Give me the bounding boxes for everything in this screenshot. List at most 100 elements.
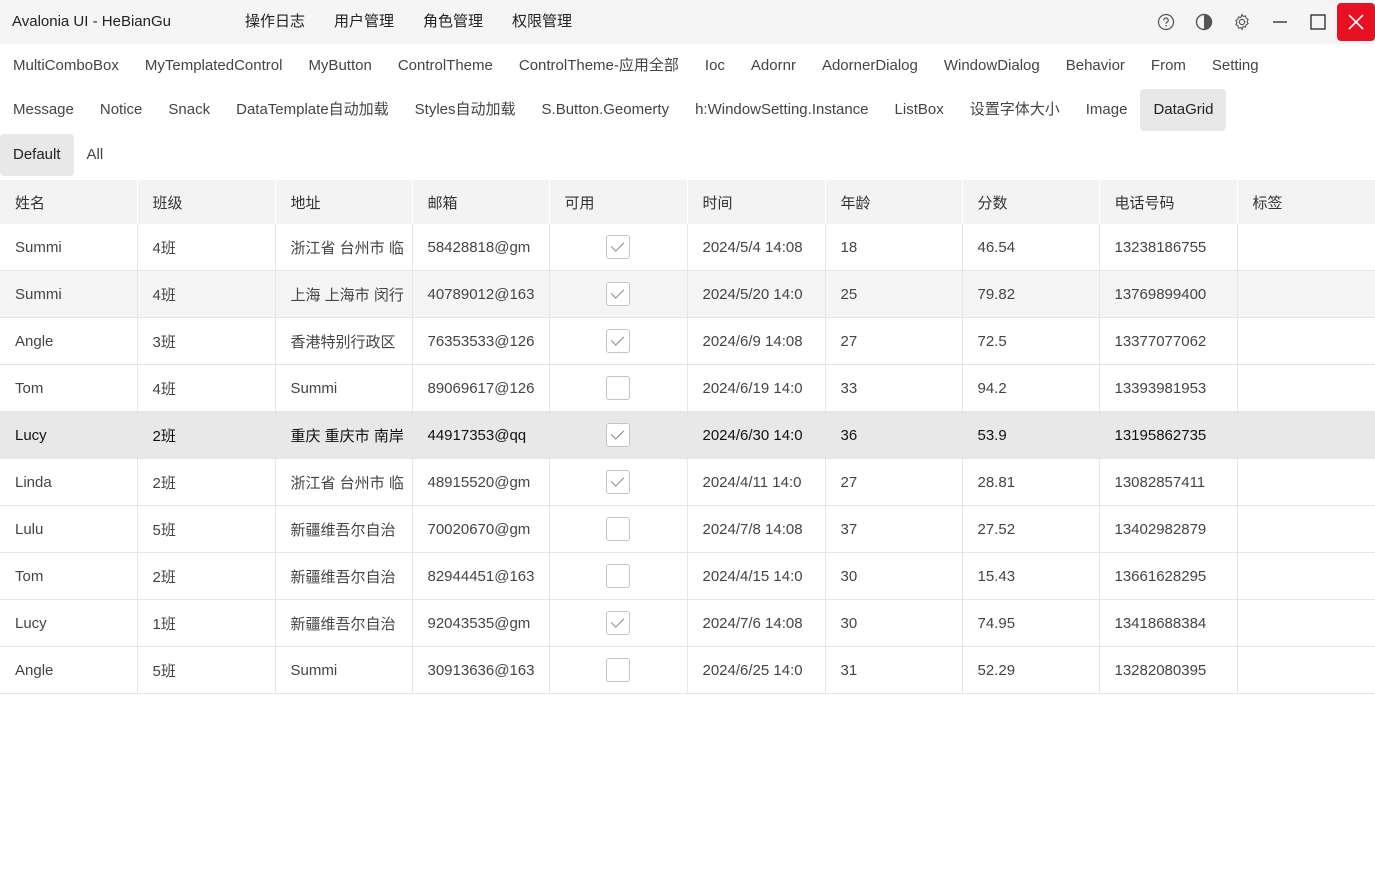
cell-phone: 13195862735 xyxy=(1099,411,1238,459)
table-row[interactable]: Lucy 1班 新疆维吾尔自治 92043535@gm 2024/7/6 14:08 30… xyxy=(0,599,1375,647)
menu-item-operation-log[interactable]: 操作日志 xyxy=(245,0,305,44)
cell-phone: 13282080395 xyxy=(1099,646,1238,694)
tab-ioc[interactable]: Ioc xyxy=(692,45,738,87)
enabled-checkbox[interactable] xyxy=(606,376,630,400)
help-icon[interactable] xyxy=(1147,3,1185,41)
cell-address: 浙江省 台州市 临 xyxy=(275,458,413,506)
tab-mybutton[interactable]: MyButton xyxy=(295,45,384,87)
tab-windowdialog[interactable]: WindowDialog xyxy=(931,45,1053,87)
enabled-checkbox[interactable] xyxy=(606,658,630,682)
settings-icon[interactable] xyxy=(1223,3,1261,41)
menu-item-user-management[interactable]: 用户管理 xyxy=(334,0,394,44)
table-row[interactable]: Lucy 2班 重庆 重庆市 南岸 44917353@qq 2024/6/30 14:0… xyxy=(0,411,1375,459)
theme-icon[interactable] xyxy=(1185,3,1223,41)
tab-adornr[interactable]: Adornr xyxy=(738,45,809,87)
cell-class: 5班 xyxy=(137,505,276,553)
table-row[interactable]: Linda 2班 浙江省 台州市 临 48915520@gm 2024/4/11 14:… xyxy=(0,458,1375,506)
tab-s-button-geomerty[interactable]: S.Button.Geomerty xyxy=(529,89,683,131)
cell-name: Summi xyxy=(0,224,138,271)
tab-listbox[interactable]: ListBox xyxy=(882,89,957,131)
menu-item-role-management[interactable]: 角色管理 xyxy=(423,0,483,44)
cell-name: Linda xyxy=(0,458,138,506)
tab-adornerdialog[interactable]: AdornerDialog xyxy=(809,45,931,87)
enabled-checkbox[interactable] xyxy=(606,282,630,306)
cell-score: 79.82 xyxy=(962,270,1100,318)
close-icon[interactable] xyxy=(1337,3,1375,41)
table-row[interactable]: Angle 3班 香港特别行政区 76353533@126 2024/6/9 14:08… xyxy=(0,317,1375,365)
tab-font-size[interactable]: 设置字体大小 xyxy=(957,89,1073,131)
cell-name: Angle xyxy=(0,646,138,694)
cell-age: 33 xyxy=(825,364,963,412)
tab-image[interactable]: Image xyxy=(1073,89,1141,131)
maximize-icon[interactable] xyxy=(1299,3,1337,41)
tab-datagrid[interactable]: DataGrid xyxy=(1140,89,1227,131)
enabled-checkbox[interactable] xyxy=(606,423,630,447)
cell-score: 53.9 xyxy=(962,411,1100,459)
tab-setting[interactable]: Setting xyxy=(1199,45,1272,87)
table-row[interactable]: Summi 4班 浙江省 台州市 临 58428818@gm 2024/5/4 14:0… xyxy=(0,224,1375,271)
table-row[interactable]: Angle 5班 Summi 30913636@163 2024/6/25 14:0 31… xyxy=(0,646,1375,694)
cell-age: 25 xyxy=(825,270,963,318)
cell-tag xyxy=(1237,599,1375,647)
table-row[interactable]: Tom 4班 Summi 89069617@126 2024/6/19 14:0 33 94… xyxy=(0,364,1375,412)
column-header-email[interactable]: 邮箱 xyxy=(412,180,550,224)
minimize-icon[interactable] xyxy=(1261,3,1299,41)
table-row[interactable]: Lulu 5班 新疆维吾尔自治 70020670@gm 2024/7/8 14:08 37… xyxy=(0,505,1375,553)
tab-notice[interactable]: Notice xyxy=(87,89,156,131)
tab-styles-autoload[interactable]: Styles自动加载 xyxy=(402,89,529,131)
enabled-checkbox[interactable] xyxy=(606,517,630,541)
column-header-tag[interactable]: 标签 xyxy=(1237,180,1375,224)
cell-phone: 13393981953 xyxy=(1099,364,1238,412)
cell-class: 2班 xyxy=(137,458,276,506)
tab-datatemplate-autoload[interactable]: DataTemplate自动加载 xyxy=(223,89,402,131)
cell-email: 48915520@gm xyxy=(412,458,550,506)
tabs-row-2: Message Notice Snack DataTemplate自动加载 St… xyxy=(0,88,1227,132)
column-header-class[interactable]: 班级 xyxy=(137,180,276,224)
cell-phone: 13769899400 xyxy=(1099,270,1238,318)
subtab-default[interactable]: Default xyxy=(0,134,74,176)
enabled-checkbox[interactable] xyxy=(606,470,630,494)
enabled-checkbox[interactable] xyxy=(606,611,630,635)
column-header-address[interactable]: 地址 xyxy=(275,180,413,224)
cell-enabled xyxy=(549,552,688,600)
title-bar: Avalonia UI - HeBianGu 操作日志 用户管理 角色管理 权限… xyxy=(0,0,1375,44)
cell-enabled xyxy=(549,458,688,506)
cell-email: 70020670@gm xyxy=(412,505,550,553)
cell-tag xyxy=(1237,411,1375,459)
cell-address: 重庆 重庆市 南岸 xyxy=(275,411,413,459)
subtab-all[interactable]: All xyxy=(74,134,117,176)
tab-multicombobox[interactable]: MultiComboBox xyxy=(0,45,132,87)
cell-class: 1班 xyxy=(137,599,276,647)
tab-behavior[interactable]: Behavior xyxy=(1053,45,1138,87)
data-grid: 姓名 班级 地址 邮箱 可用 时间 年龄 分数 电话号码 标签 Summi 4班浙… xyxy=(0,180,1375,694)
top-menu: 操作日志 用户管理 角色管理 权限管理 xyxy=(245,0,601,44)
column-header-age[interactable]: 年龄 xyxy=(825,180,963,224)
tab-snack[interactable]: Snack xyxy=(155,89,223,131)
cell-name: Lulu xyxy=(0,505,138,553)
tab-from[interactable]: From xyxy=(1138,45,1199,87)
tab-mytemplatedcontrol[interactable]: MyTemplatedControl xyxy=(132,45,296,87)
cell-time: 2024/6/30 14:0 xyxy=(687,411,826,459)
tab-controltheme[interactable]: ControlTheme xyxy=(385,45,506,87)
column-header-phone[interactable]: 电话号码 xyxy=(1099,180,1238,224)
enabled-checkbox[interactable] xyxy=(606,235,630,259)
tab-windowsetting-instance[interactable]: h:WindowSetting.Instance xyxy=(682,89,881,131)
column-header-score[interactable]: 分数 xyxy=(962,180,1100,224)
column-header-time[interactable]: 时间 xyxy=(687,180,826,224)
cell-time: 2024/4/15 14:0 xyxy=(687,552,826,600)
enabled-checkbox[interactable] xyxy=(606,329,630,353)
column-header-enabled[interactable]: 可用 xyxy=(549,180,688,224)
table-row[interactable]: Tom 2班 新疆维吾尔自治 82944451@163 2024/4/15 14:0 30… xyxy=(0,552,1375,600)
enabled-checkbox[interactable] xyxy=(606,564,630,588)
cell-address: Summi xyxy=(275,646,413,694)
cell-name: Lucy xyxy=(0,411,138,459)
menu-item-permission-management[interactable]: 权限管理 xyxy=(512,0,572,44)
tab-message[interactable]: Message xyxy=(0,89,87,131)
cell-email: 89069617@126 xyxy=(412,364,550,412)
cell-address: 浙江省 台州市 临 xyxy=(275,224,413,271)
column-header-name[interactable]: 姓名 xyxy=(0,180,138,224)
tab-controltheme-apply-all[interactable]: ControlTheme-应用全部 xyxy=(506,45,692,87)
cell-age: 18 xyxy=(825,224,963,271)
table-row[interactable]: Summi 4班 上海 上海市 闵行 40789012@163 2024/5/20 14… xyxy=(0,270,1375,318)
cell-time: 2024/6/25 14:0 xyxy=(687,646,826,694)
